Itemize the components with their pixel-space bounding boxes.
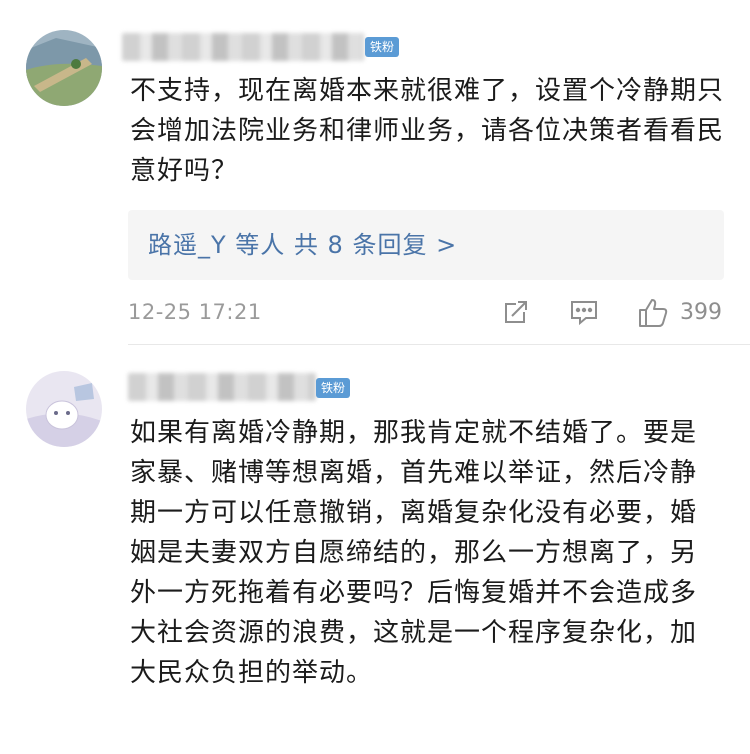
comment-item: 铁粉 不支持，现在离婚本来就很难了，设置个冷静期只会增加法院业务和律师业务，请各…	[0, 0, 750, 345]
avatar[interactable]	[26, 30, 102, 106]
comment-text: 如果有离婚冷静期，那我肯定就不结婚了。要是家暴、赌博等想离婚，首先难以举证，然后…	[130, 418, 698, 688]
username-blurred[interactable]	[128, 373, 316, 401]
replies-box[interactable]: 路遥_Y 等人 共 8 条回复 >	[128, 210, 724, 280]
replies-link[interactable]: 路遥_Y 等人 共 8 条回复 >	[148, 228, 457, 262]
comment-item: 铁粉 如果有离婚冷静期，那我肯定就不结婚了。要是家暴、赌博等想离婚，首先难以举证…	[0, 345, 750, 754]
comment-time: 12-25 17:21	[128, 300, 262, 324]
comment-text: 不支持，现在离婚本来就很难了，设置个冷静期只会增加法院业务和律师业务，请各位决策…	[130, 76, 725, 186]
like-icon[interactable]	[636, 296, 670, 334]
comment-icon[interactable]	[568, 296, 600, 332]
fan-badge: 铁粉	[365, 37, 400, 57]
share-icon[interactable]	[500, 296, 532, 332]
fan-badge: 铁粉	[316, 378, 351, 398]
like-count: 399	[680, 300, 722, 325]
username-blurred[interactable]	[122, 33, 364, 61]
avatar[interactable]	[26, 371, 102, 447]
